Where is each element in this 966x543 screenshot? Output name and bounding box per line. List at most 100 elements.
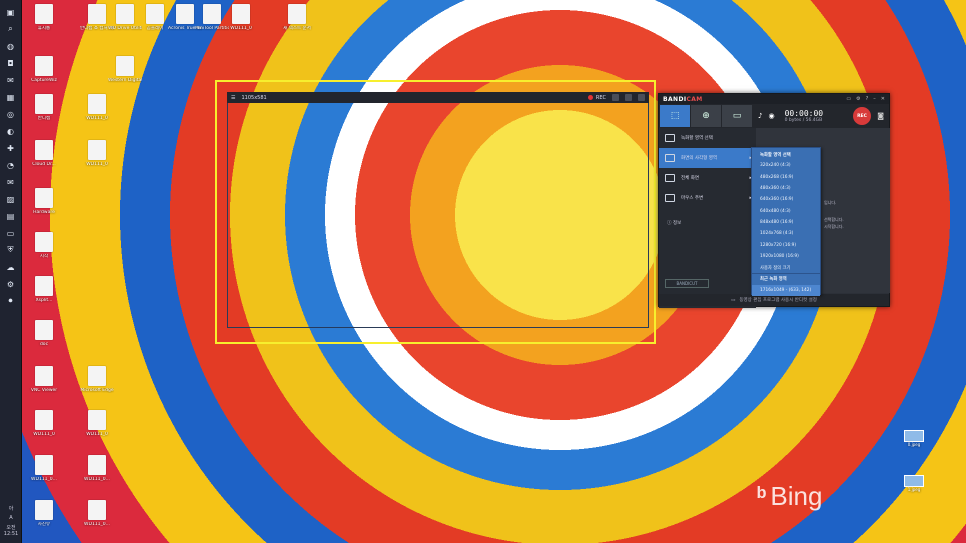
file-icon [35, 410, 53, 430]
desktop-icon[interactable]: doc [27, 320, 61, 347]
camera-icon[interactable] [612, 94, 619, 101]
desktop-icon[interactable]: Cloud Dr... [27, 140, 61, 167]
device-mode-button[interactable]: ▭ [722, 105, 752, 127]
bandicam-icon[interactable]: ⏺ [5, 295, 17, 307]
gamepad-icon: ⊕ [702, 111, 710, 121]
bandicam-logo: BANDICAM [663, 95, 703, 103]
lang-indicator[interactable]: A [0, 515, 22, 521]
desktop-icon[interactable]: WD Drive Utilities [108, 4, 142, 31]
capture-size-label[interactable]: 1105x581 [241, 95, 266, 101]
desktop-icon[interactable]: CaptureWiz [27, 56, 61, 83]
rec-button[interactable]: REC [853, 107, 871, 125]
desktop-icon-right-1[interactable]: 1.jpeg [900, 475, 928, 492]
desktop-icon[interactable]: WD111_0 [27, 410, 61, 437]
submenu-item[interactable]: 480x360 (4:3) [752, 183, 820, 194]
mode-menu-item[interactable]: 녹화할 영역 선택 [659, 128, 756, 148]
record-dot-icon [587, 95, 593, 100]
game-mode-button[interactable]: ⊕ [691, 105, 721, 127]
clock-icon[interactable]: ◔ [5, 159, 17, 171]
gamepad-icon[interactable]: ◎ [5, 108, 17, 120]
submenu-item[interactable]: 1280x720 (16:9) [752, 239, 820, 250]
desktop-icon-right-0[interactable]: 0.jpeg [900, 430, 928, 447]
file-icon [35, 276, 53, 296]
desktop-icon-label: WD Drive Utilities [108, 26, 142, 31]
mic-icon[interactable]: ♪ [758, 112, 762, 120]
file-icon [88, 4, 106, 24]
desktop-icon[interactable]: 사진뷰 [27, 500, 61, 527]
photo-icon[interactable]: ▨ [5, 193, 17, 205]
shield-icon[interactable]: ⛨ [5, 244, 17, 256]
capture-rec-indicator[interactable]: REC [587, 94, 645, 101]
desktop-icon[interactable]: Xsplit... [27, 276, 61, 303]
desktop-icon[interactable]: WD111_0... [80, 500, 114, 527]
desktop-icon[interactable]: 휴지통 [27, 4, 61, 31]
close-icon[interactable]: ✕ [881, 96, 885, 102]
submenu-item[interactable]: 640x480 (4:3) [752, 205, 820, 216]
screenshot-icon[interactable]: ◙ [877, 112, 884, 120]
desktop-icon[interactable]: Western Digital S... [108, 56, 142, 83]
file-icon [35, 500, 53, 520]
submenu-item[interactable]: 320x240 (4:3) [752, 160, 820, 171]
mode-menu-label: 마우스 주변 [681, 196, 704, 201]
settings-icon[interactable]: ⚙ [856, 96, 860, 102]
desktop-icon[interactable]: Hardware [27, 188, 61, 215]
camera-icon[interactable]: ◘ [5, 57, 17, 69]
close-icon[interactable] [638, 94, 645, 101]
desktop-icon-label: WD111_0... [84, 477, 110, 482]
submenu-item[interactable]: 480x268 (16:9) [752, 172, 820, 183]
submenu-item[interactable]: 1024x768 (4:3) [752, 228, 820, 239]
file-icon [35, 232, 53, 252]
submenu-item[interactable]: 사용자 정의 크기 [752, 262, 820, 273]
settings-icon[interactable]: ⚙ [5, 278, 17, 290]
desktop-icon-label: WD111_0 [230, 26, 252, 31]
desktop-icon[interactable]: VNC Viewer [27, 366, 61, 393]
folder-icon[interactable]: ▭ [846, 96, 851, 102]
mode-menu-item[interactable]: 마우스 주변▸ [659, 188, 756, 208]
help-icon[interactable]: ? [866, 96, 869, 102]
desktop-icon[interactable]: Microsoft Edge [80, 366, 114, 393]
submenu-item[interactable]: 1716x1049 - (633, 142) [752, 284, 820, 296]
bandicut-button[interactable]: BANDICUT [665, 279, 709, 288]
menu-icon[interactable]: ☰ [231, 95, 235, 101]
desktop-icon[interactable]: 반디캠 [27, 94, 61, 121]
disk-icon[interactable]: ▤ [5, 210, 17, 222]
globe-icon[interactable]: ◐ [5, 125, 17, 137]
desktop-icon[interactable]: 곰플레이 [138, 4, 172, 31]
desktop-icon[interactable]: 새 텍스트 문서 [280, 4, 314, 31]
submenu-item[interactable]: 640x360 (16:9) [752, 194, 820, 205]
image-file-icon [904, 430, 924, 442]
submenu-item[interactable]: 848x480 (16:9) [752, 217, 820, 228]
submenu-item[interactable]: 1920x1080 (16:9) [752, 251, 820, 262]
chat-icon[interactable]: ✉ [5, 74, 17, 86]
calendar-icon[interactable]: ▦ [5, 91, 17, 103]
desktop-icon-label: doc [39, 342, 49, 347]
pencil-icon[interactable] [625, 94, 632, 101]
clock[interactable]: 오전 12:51 [0, 524, 22, 537]
mode-menu-item[interactable]: 전체 화면▸ [659, 168, 756, 188]
bandicam-titlebar[interactable]: BANDICAM ▭ ⚙ ? – ✕ [659, 94, 889, 104]
desktop-icon[interactable]: 시작 [27, 232, 61, 259]
monitor-icon[interactable]: ▭ [5, 227, 17, 239]
info-item[interactable]: ⓘ 정보 [667, 220, 681, 226]
desktop-icon[interactable]: WD111_0 [224, 4, 258, 31]
webcam-icon[interactable]: ◉ [768, 112, 774, 120]
desktop-icon-label: VNC Viewer [30, 388, 58, 393]
desktop-icon[interactable]: WD111_0 [80, 94, 114, 121]
desktop-icon[interactable]: WD111_0 [80, 140, 114, 167]
desktop-icon[interactable]: WD111_0... [27, 455, 61, 482]
mail-icon[interactable]: ✉ [5, 176, 17, 188]
minimize-icon[interactable]: – [873, 96, 876, 102]
search-icon[interactable]: ⌕ [5, 23, 17, 35]
lang-alt[interactable]: 아 [0, 505, 22, 512]
chrome-icon[interactable]: ◍ [5, 40, 17, 52]
mode-menu-item[interactable]: 화면의 사각형 영역▸ [659, 148, 756, 168]
folder-icon[interactable]: ▣ [5, 6, 17, 18]
mode-menu-label: 화면의 사각형 영역 [681, 156, 717, 161]
desktop-icon[interactable]: WD111_0 [80, 410, 114, 437]
desktop-icon-label: Xsplit... [35, 298, 53, 303]
file-icon [35, 366, 53, 386]
cloud-icon[interactable]: ☁ [5, 261, 17, 273]
red-app-icon[interactable]: ✚ [5, 142, 17, 154]
desktop-icon[interactable]: WD111_0... [80, 455, 114, 482]
screen-mode-button[interactable]: ⬚ [660, 105, 690, 127]
